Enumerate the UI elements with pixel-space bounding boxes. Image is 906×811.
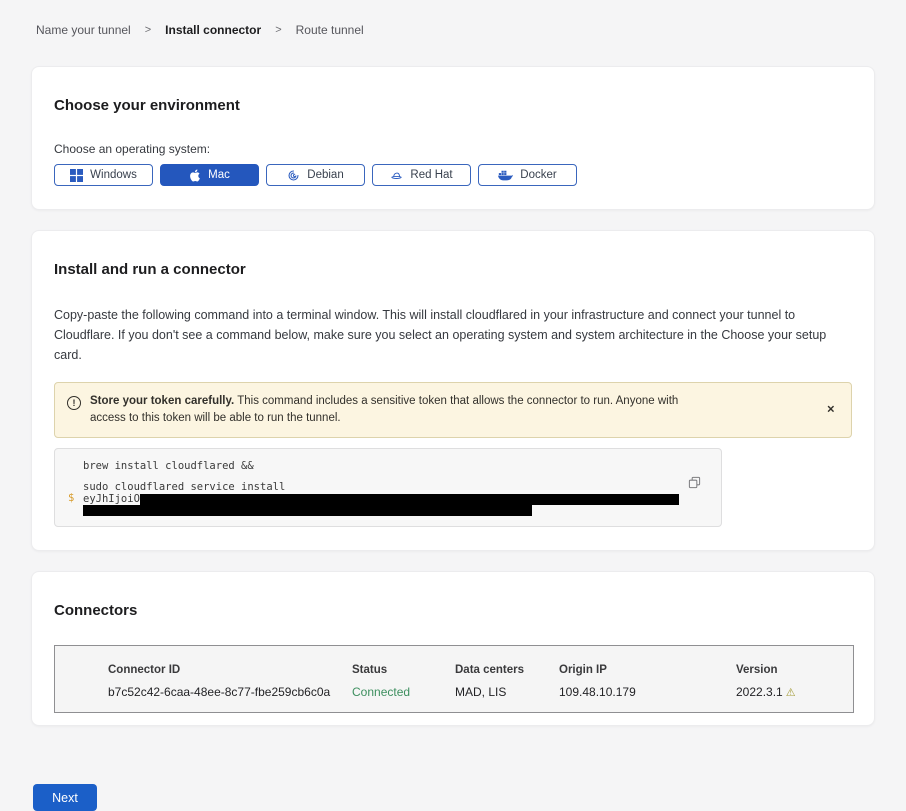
os-button-mac[interactable]: Mac [160,164,259,186]
apple-icon [189,169,201,182]
os-select-label: Choose an operating system: [54,142,852,156]
os-button-label: Red Hat [410,169,452,181]
column-header-origin-ip: Origin IP [559,664,736,676]
os-button-label: Mac [208,169,230,181]
column-header-connector-id: Connector ID [108,664,352,676]
environment-card: Choose your environment Choose an operat… [31,66,875,210]
breadcrumb-step-name-tunnel[interactable]: Name your tunnel [36,23,131,37]
version-warning-icon: ⚠ [786,687,796,699]
install-connector-card: Install and run a connector Copy-paste t… [31,230,875,551]
column-header-data-centers: Data centers [455,664,559,676]
os-button-docker[interactable]: Docker [478,164,577,186]
origin-ip-value: 109.48.10.179 [559,685,736,699]
alert-circle-icon: ! [67,396,81,410]
status-badge: Connected [352,685,455,699]
warning-title: Store your token carefully. [90,395,234,407]
os-button-label: Debian [307,169,343,181]
docker-icon [498,169,513,181]
connectors-card-title: Connectors [54,602,852,619]
install-command-code-block: brew install cloudflared && $ sudo cloud… [54,448,722,527]
data-centers-value: MAD, LIS [455,685,559,699]
table-row: b7c52c42-6caa-48ee-8c77-fbe259cb6c0a Con… [108,685,853,699]
next-button[interactable]: Next [33,784,97,811]
token-redaction-bar [83,505,532,516]
environment-card-title: Choose your environment [54,97,852,114]
os-button-windows[interactable]: Windows [54,164,153,186]
column-header-status: Status [352,664,455,676]
redhat-icon [390,169,403,182]
install-description: Copy-paste the following command into a … [54,305,849,365]
column-header-version: Version [736,664,853,676]
tunnel-setup-page: Name your tunnel > Install connector > R… [0,0,906,811]
breadcrumb: Name your tunnel > Install connector > R… [31,23,875,37]
debian-icon [287,169,300,182]
code-line-token: eyJhIjoiO [83,494,691,506]
connectors-table: Connector ID Status Data centers Origin … [54,645,854,713]
os-button-group: Windows Mac Debian Red Hat [54,164,852,186]
windows-icon [70,169,83,182]
code-line-brew: brew install cloudflared && [83,461,691,472]
breadcrumb-separator-icon: > [145,24,151,36]
code-line-service-install: sudo cloudflared service install [83,482,691,494]
copy-icon[interactable] [688,476,701,492]
breadcrumb-separator-icon: > [275,24,281,36]
version-value: 2022.3.1⚠ [736,685,853,699]
shell-prompt: $ [68,492,74,504]
breadcrumb-step-install-connector[interactable]: Install connector [165,23,261,37]
token-prefix: eyJhIjoiO [83,493,140,505]
connector-id-value: b7c52c42-6caa-48ee-8c77-fbe259cb6c0a [108,685,352,699]
os-button-debian[interactable]: Debian [266,164,365,186]
breadcrumb-step-route-tunnel[interactable]: Route tunnel [296,23,364,37]
connectors-table-header: Connector ID Status Data centers Origin … [108,664,853,676]
token-warning-banner: ! Store your token carefully. This comma… [54,382,852,438]
token-redaction-bar [140,494,679,505]
warning-text: Store your token carefully. This command… [90,393,682,427]
install-card-title: Install and run a connector [54,261,852,278]
os-button-label: Docker [520,169,556,181]
connectors-card: Connectors Connector ID Status Data cent… [31,571,875,726]
os-button-redhat[interactable]: Red Hat [372,164,471,186]
close-icon[interactable]: ✕ [827,405,835,416]
os-button-label: Windows [90,169,137,181]
